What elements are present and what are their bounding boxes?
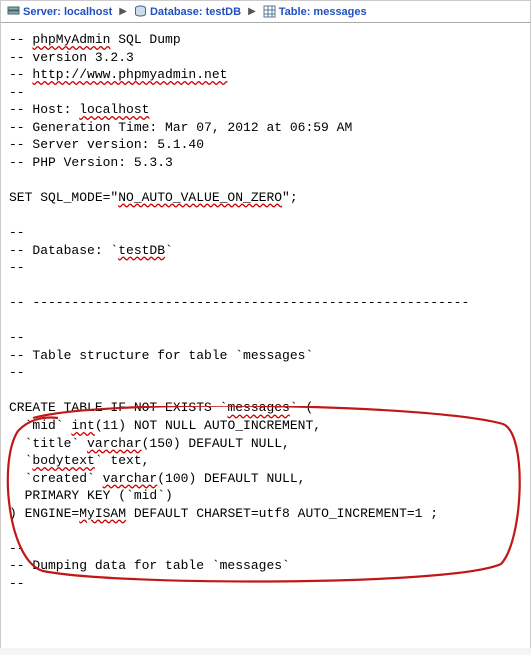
sql-line — [9, 312, 522, 330]
sql-line: -- — [9, 259, 522, 277]
breadcrumb: Server: localhost ▶ Database: testDB ▶ T… — [0, 0, 531, 23]
sql-line: `created` varchar(100) DEFAULT NULL, — [9, 470, 522, 488]
sql-line: -- -------------------------------------… — [9, 294, 522, 312]
breadcrumb-sep-1: ▶ — [115, 6, 131, 17]
sql-line — [9, 171, 522, 189]
breadcrumb-server[interactable]: Server: localhost — [23, 6, 112, 18]
sql-line: -- — [9, 329, 522, 347]
table-icon — [263, 5, 276, 18]
sql-line: -- — [9, 224, 522, 242]
sql-line: `title` varchar(150) DEFAULT NULL, — [9, 435, 522, 453]
sql-line: -- — [9, 575, 522, 593]
sql-line: -- phpMyAdmin SQL Dump — [9, 31, 522, 49]
sql-line: CREATE TABLE IF NOT EXISTS `messages` ( — [9, 399, 522, 417]
sql-line: PRIMARY KEY (`mid`) — [9, 487, 522, 505]
sql-line — [9, 206, 522, 224]
breadcrumb-table[interactable]: Table: messages — [279, 6, 367, 18]
table-value: messages — [313, 6, 366, 18]
sql-line: -- — [9, 84, 522, 102]
sql-line: -- http://www.phpmyadmin.net — [9, 66, 522, 84]
db-label: Database: — [150, 6, 206, 18]
sql-line: -- Server version: 5.1.40 — [9, 136, 522, 154]
sql-line: `bodytext` text, — [9, 452, 522, 470]
sql-line: -- — [9, 364, 522, 382]
server-icon — [7, 5, 20, 18]
sql-line: -- Table structure for table `messages` — [9, 347, 522, 365]
server-label: Server: — [23, 6, 64, 18]
server-value: localhost — [64, 6, 112, 18]
sql-line: `mid` int(11) NOT NULL AUTO_INCREMENT, — [9, 417, 522, 435]
breadcrumb-sep-2: ▶ — [244, 6, 260, 17]
sql-line — [9, 382, 522, 400]
sql-line: -- Database: `testDB` — [9, 242, 522, 260]
sql-dump-content: -- phpMyAdmin SQL Dump -- version 3.2.3 … — [0, 23, 531, 648]
sql-line: -- PHP Version: 5.3.3 — [9, 154, 522, 172]
sql-line: ) ENGINE=MyISAM DEFAULT CHARSET=utf8 AUT… — [9, 505, 522, 523]
database-icon — [134, 5, 147, 18]
db-value: testDB — [206, 6, 241, 18]
table-label: Table: — [279, 6, 314, 18]
sql-line: -- Dumping data for table `messages` — [9, 557, 522, 575]
sql-line: -- Host: localhost — [9, 101, 522, 119]
sql-line: SET SQL_MODE="NO_AUTO_VALUE_ON_ZERO"; — [9, 189, 522, 207]
sql-line: -- — [9, 540, 522, 558]
breadcrumb-database[interactable]: Database: testDB — [150, 6, 241, 18]
sql-line: -- Generation Time: Mar 07, 2012 at 06:5… — [9, 119, 522, 137]
sql-line — [9, 522, 522, 540]
sql-line: -- version 3.2.3 — [9, 49, 522, 67]
sql-line — [9, 277, 522, 295]
